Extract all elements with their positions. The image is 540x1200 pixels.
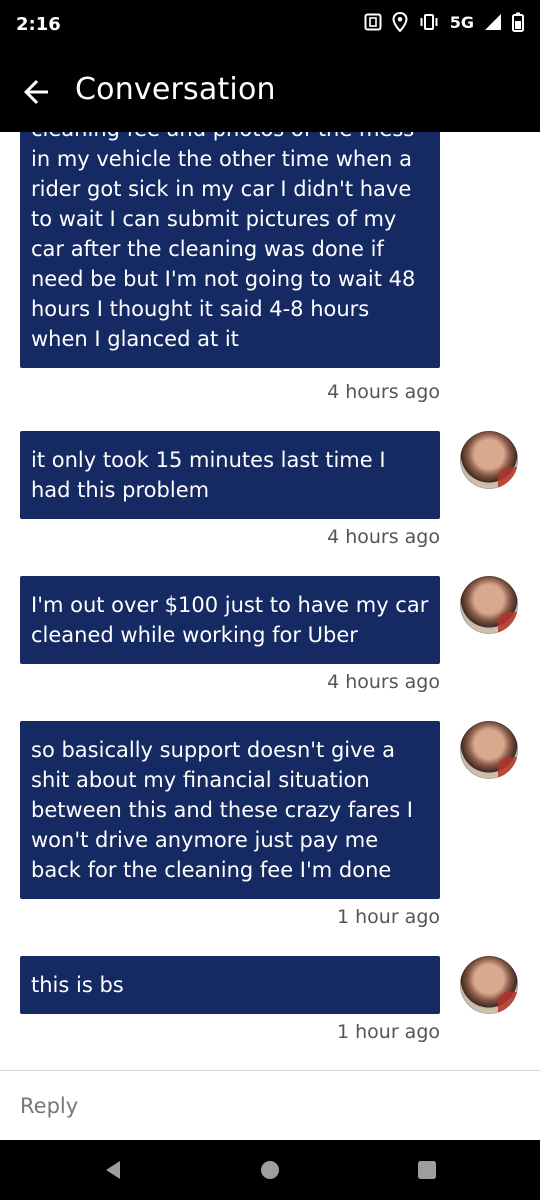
arrow-back-icon[interactable] <box>18 74 54 110</box>
back-triangle-icon[interactable] <box>102 1159 124 1181</box>
status-time: 2:16 <box>16 14 61 35</box>
message-bubble: this is bs <box>20 956 440 1014</box>
battery-icon <box>512 12 524 32</box>
status-bar: 2:16 5G <box>0 0 540 52</box>
message-bubble: cleaning fee and photos of the mess in m… <box>20 132 440 368</box>
message-timestamp: 1 hour ago <box>336 906 440 928</box>
reply-input[interactable] <box>0 1071 540 1140</box>
message-timestamp: 4 hours ago <box>327 671 440 693</box>
conversation-thread[interactable]: cleaning fee and photos of the mess in m… <box>0 132 540 1070</box>
recents-square-icon[interactable] <box>416 1159 438 1181</box>
message-bubble: so basically support doesn't give a shit… <box>20 721 440 899</box>
location-icon <box>392 12 408 32</box>
message-timestamp: 4 hours ago <box>327 381 440 403</box>
home-circle-icon[interactable] <box>259 1159 281 1181</box>
avatar <box>460 956 518 1014</box>
status-icons: 5G <box>364 12 524 32</box>
network-label: 5G <box>449 12 474 32</box>
message-timestamp: 4 hours ago <box>327 526 440 548</box>
vibrate-icon <box>420 14 438 30</box>
signal-icon <box>485 14 501 30</box>
avatar <box>460 721 518 779</box>
system-nav-bar <box>0 1140 540 1200</box>
message-bubble: I'm out over $100 just to have my car cl… <box>20 576 440 664</box>
page-title: Conversation <box>75 72 276 107</box>
avatar <box>460 431 518 489</box>
avatar <box>460 576 518 634</box>
app-bar: Conversation <box>0 52 540 132</box>
message-timestamp: 1 hour ago <box>336 1021 440 1043</box>
message-bubble: it only took 15 minutes last time I had … <box>20 431 440 519</box>
nfc-icon <box>364 13 382 31</box>
